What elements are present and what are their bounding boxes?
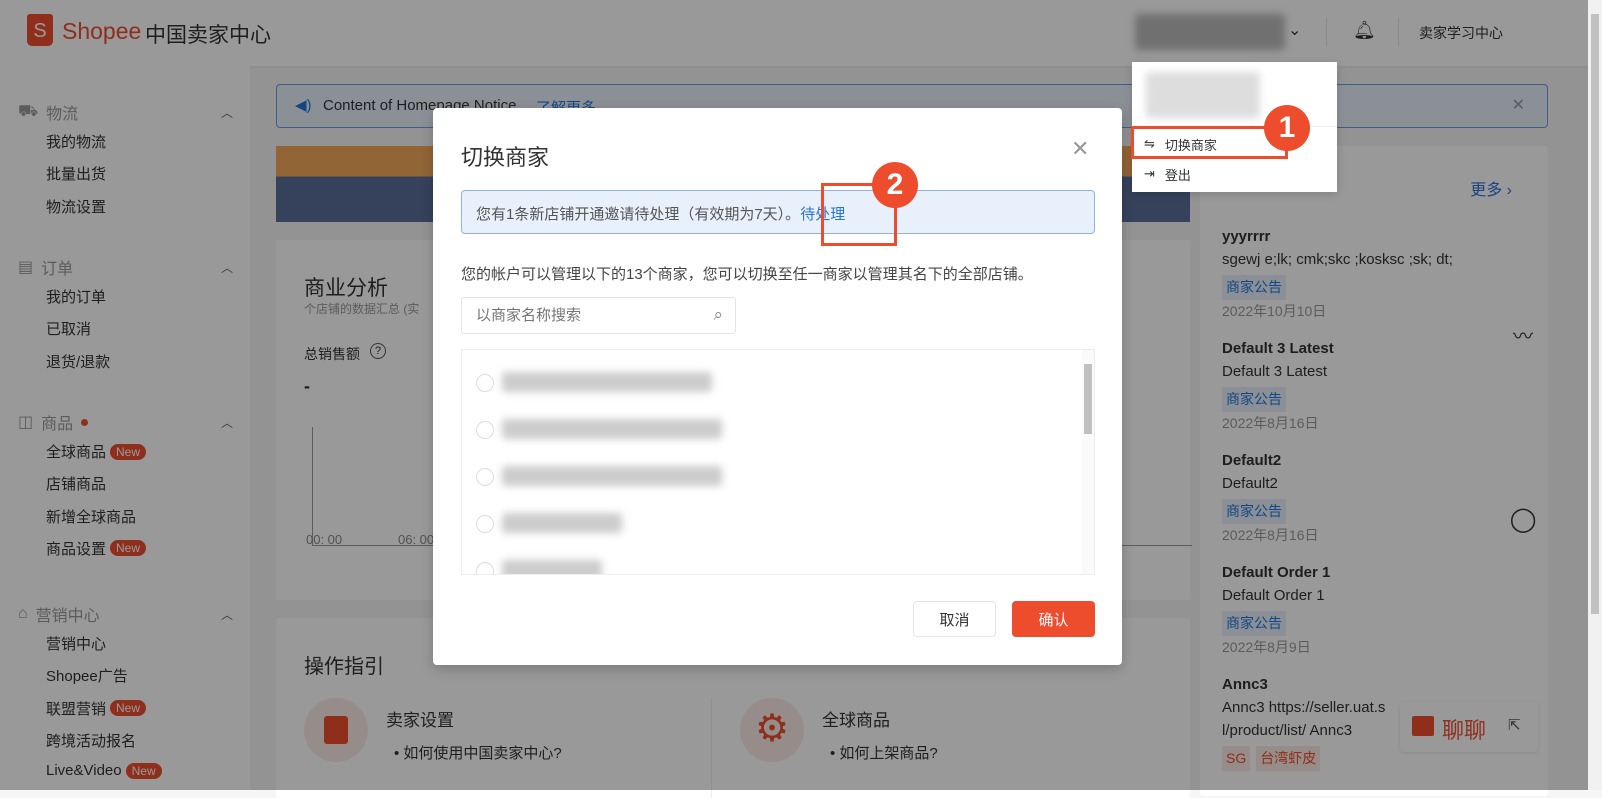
page-scrollbar[interactable] — [1588, 0, 1602, 790]
merchant-name-blurred[interactable] — [502, 419, 722, 439]
account-info-blurred — [1146, 72, 1260, 118]
merchant-search-input[interactable] — [462, 298, 682, 333]
merchant-radio[interactable] — [476, 515, 494, 533]
modal-title: 切换商家 — [461, 145, 550, 170]
merchant-radio[interactable] — [476, 468, 494, 486]
merchant-name-blurred[interactable] — [502, 466, 722, 486]
merchant-search[interactable]: ⌕ — [461, 297, 736, 334]
logout-menu-item[interactable]: ⇥ 登出 — [1144, 162, 1324, 186]
confirm-button[interactable]: 确认 — [1012, 601, 1095, 637]
merchant-radio[interactable] — [476, 421, 494, 439]
logout-icon: ⇥ — [1144, 166, 1155, 181]
merchant-list — [461, 349, 1095, 575]
menu-item-label: 登出 — [1164, 167, 1191, 183]
annotation-number-1: 1 — [1264, 105, 1310, 151]
merchant-name-blurred[interactable] — [502, 513, 622, 533]
list-scrollbar[interactable] — [1082, 350, 1094, 574]
merchant-name-blurred[interactable] — [502, 372, 712, 392]
merchant-name-blurred[interactable] — [502, 560, 602, 574]
invite-notice: 您有1条新店铺开通邀请待处理（有效期为7天）。待处理 — [461, 190, 1095, 234]
annotation-number-2: 2 — [872, 162, 918, 208]
switch-merchant-modal: 切换商家 ✕ 您有1条新店铺开通邀请待处理（有效期为7天）。待处理 您的帐户可以… — [433, 108, 1122, 665]
modal-description: 您的帐户可以管理以下的13个商家，您可以切换至任一商家以管理其名下的全部店铺。 — [461, 266, 1033, 283]
merchant-radio[interactable] — [476, 562, 494, 574]
search-icon: ⌕ — [713, 305, 723, 324]
merchant-radio[interactable] — [476, 374, 494, 392]
cancel-button[interactable]: 取消 — [913, 601, 996, 637]
invite-text: 您有1条新店铺开通邀请待处理（有效期为7天）。 — [476, 206, 801, 223]
close-icon[interactable]: ✕ — [1071, 136, 1089, 162]
